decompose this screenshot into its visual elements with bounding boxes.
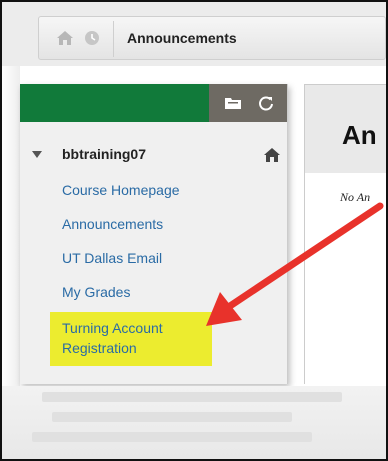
blurred-footer: [2, 386, 386, 459]
left-margin: [2, 66, 20, 386]
top-breadcrumb-bar: Announcements: [2, 2, 386, 66]
caret-down-icon[interactable]: [32, 151, 42, 158]
blurred-line: [52, 412, 292, 422]
home-icon[interactable]: [55, 29, 75, 47]
breadcrumb: Announcements: [38, 16, 386, 60]
screenshot-frame: Announcements bbtraining07 Course Homepa…: [0, 0, 388, 461]
menu-item-turning-account-registration[interactable]: Turning Account Registration: [62, 318, 202, 358]
blurred-line: [32, 432, 312, 442]
course-title-row[interactable]: bbtraining07: [20, 144, 287, 168]
course-menu: bbtraining07 Course Homepage Announcemen…: [20, 84, 288, 384]
menu-item-announcements[interactable]: Announcements: [62, 216, 163, 232]
clock-icon[interactable]: [83, 29, 101, 47]
course-menu-tools: [209, 84, 287, 122]
menu-item-course-homepage[interactable]: Course Homepage: [62, 182, 180, 198]
course-menu-header: [20, 84, 287, 122]
course-title[interactable]: bbtraining07: [62, 146, 146, 162]
breadcrumb-divider: [113, 21, 114, 57]
menu-item-my-grades[interactable]: My Grades: [62, 284, 130, 300]
no-announcements-text: No An: [340, 190, 371, 204]
refresh-icon[interactable]: [257, 94, 275, 112]
folder-icon[interactable]: [223, 94, 243, 112]
breadcrumb-current-page: Announcements: [127, 30, 237, 46]
page-title: An: [342, 120, 377, 150]
home-icon[interactable]: [263, 147, 281, 163]
blurred-line: [42, 392, 342, 402]
menu-item-ut-dallas-email[interactable]: UT Dallas Email: [62, 250, 162, 266]
